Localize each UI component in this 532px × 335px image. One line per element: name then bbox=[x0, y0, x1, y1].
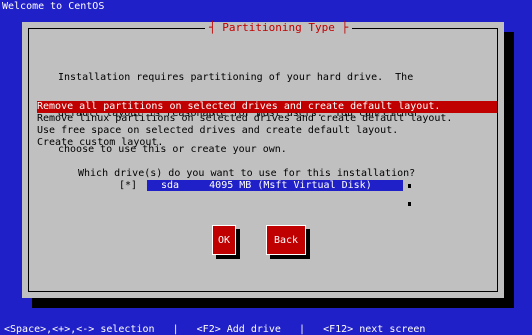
keyboard-hint-bar: <Space>,<+>,<-> selection | <F2> Add dri… bbox=[4, 324, 426, 335]
drive-question: Which drive(s) do you want to use for th… bbox=[78, 168, 416, 179]
option-remove-linux[interactable]: Remove linux partitions on selected driv… bbox=[37, 113, 497, 125]
dialog-title: ┤ Partitioning Type ├ bbox=[205, 21, 353, 34]
partition-options-list[interactable]: Remove all partitions on selected drives… bbox=[37, 101, 497, 149]
intro-line: Installation requires partitioning of yo… bbox=[58, 72, 414, 83]
ok-button[interactable]: OK bbox=[212, 225, 236, 255]
partitioning-dialog: ┤ Partitioning Type ├ Installation requi… bbox=[22, 22, 504, 298]
option-use-free-space[interactable]: Use free space on selected drives and cr… bbox=[37, 125, 497, 137]
option-custom-layout[interactable]: Create custom layout. bbox=[37, 137, 497, 149]
back-button[interactable]: Back bbox=[266, 225, 306, 255]
drive-label: sda 4095 MB (Msft Virtual Disk) bbox=[161, 180, 372, 191]
window-title: Welcome to CentOS bbox=[2, 1, 105, 12]
drive-checkbox[interactable]: [*] bbox=[119, 180, 137, 192]
scrollbar-marker-bottom bbox=[408, 202, 411, 206]
dialog-title-text: Partitioning Type bbox=[222, 21, 335, 34]
scrollbar-marker-top bbox=[408, 184, 411, 188]
option-remove-all[interactable]: Remove all partitions on selected drives… bbox=[37, 101, 497, 113]
